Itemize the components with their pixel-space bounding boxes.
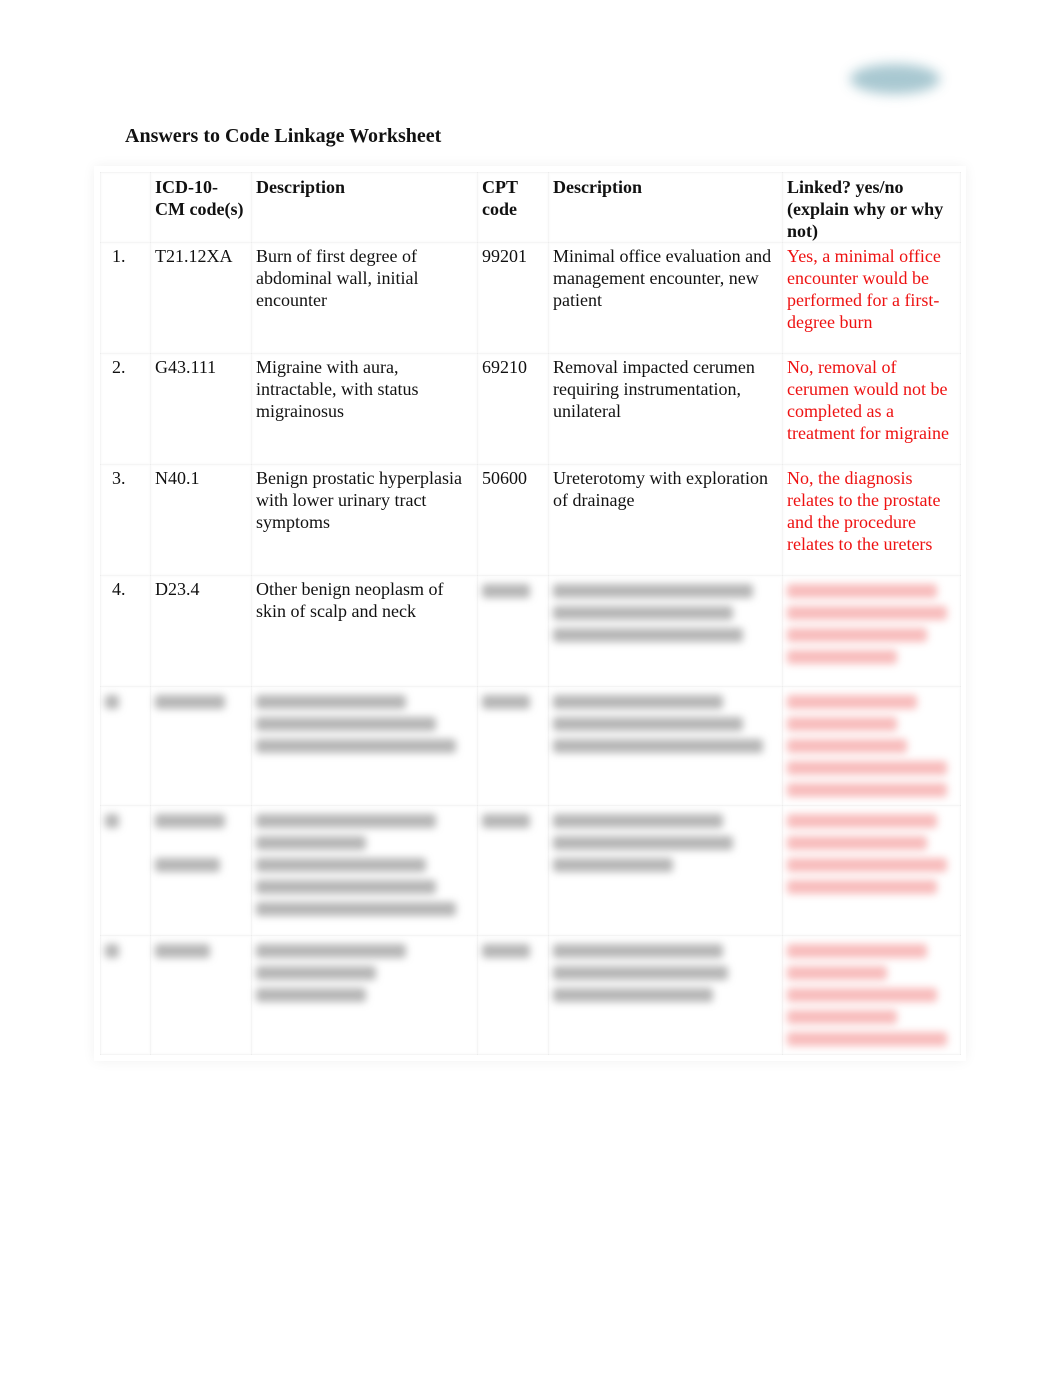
procedure-description-blurred xyxy=(548,805,783,936)
blurred-table-row xyxy=(100,686,961,806)
procedure-description-blurred xyxy=(548,935,783,1055)
linked-answer-blurred xyxy=(782,805,961,936)
diagnosis-description: Migraine with aura, intractable, with st… xyxy=(251,353,478,465)
diagnosis-description-blurred xyxy=(251,805,478,936)
table-row: 1. T21.12XA Burn of first degree of abdo… xyxy=(100,242,961,354)
table-header-row: ICD-10-CM code(s) Description CPT code D… xyxy=(100,172,961,243)
linked-answer: Yes, a minimal office encounter would be… xyxy=(782,242,961,354)
header-cpt-code: CPT code xyxy=(477,172,549,243)
cpt-code-blurred xyxy=(477,935,549,1055)
publisher-logo-icon xyxy=(850,64,940,94)
diagnosis-description-blurred xyxy=(251,935,478,1055)
icd-code: G43.111 xyxy=(150,353,252,465)
cpt-code-blurred xyxy=(477,805,549,936)
row-number: 2. xyxy=(100,353,151,465)
row-number: 1. xyxy=(100,242,151,354)
procedure-description-blurred xyxy=(548,686,783,806)
header-diagnosis-description: Description xyxy=(251,172,478,243)
diagnosis-description-blurred xyxy=(251,686,478,806)
cpt-code-blurred xyxy=(477,686,549,806)
linked-answer-blurred xyxy=(782,686,961,806)
header-icd-code: ICD-10-CM code(s) xyxy=(150,172,252,243)
cpt-code: 69210 xyxy=(477,353,549,465)
table-row: 3. N40.1 Benign prostatic hyperplasia wi… xyxy=(100,464,961,576)
page-title: Answers to Code Linkage Worksheet xyxy=(125,125,442,147)
diagnosis-description: Burn of first degree of abdominal wall, … xyxy=(251,242,478,354)
blurred-table-row xyxy=(100,935,961,1055)
diagnosis-description: Benign prostatic hyperplasia with lower … xyxy=(251,464,478,576)
table-row: 4. D23.4 Other benign neoplasm of skin o… xyxy=(100,575,961,687)
linked-answer: No, removal of cerumen would not be comp… xyxy=(782,353,961,465)
icd-code-blurred xyxy=(150,935,252,1055)
icd-code: D23.4 xyxy=(150,575,252,687)
icd-code: N40.1 xyxy=(150,464,252,576)
procedure-description: Minimal office evaluation and management… xyxy=(548,242,783,354)
row-number: 4. xyxy=(100,575,151,687)
icd-code: T21.12XA xyxy=(150,242,252,354)
cpt-code: 50600 xyxy=(477,464,549,576)
cpt-code: 99201 xyxy=(477,242,549,354)
linked-answer-blurred xyxy=(782,935,961,1055)
procedure-description: Removal impacted cerumen requiring instr… xyxy=(548,353,783,465)
row-number-blurred xyxy=(100,686,151,806)
procedure-description: Ureterotomy with exploration of drainage xyxy=(548,464,783,576)
procedure-description-blurred xyxy=(548,575,783,687)
icd-code-blurred xyxy=(150,686,252,806)
linked-answer-blurred xyxy=(782,575,961,687)
table-row: 2. G43.111 Migraine with aura, intractab… xyxy=(100,353,961,465)
linked-answer: No, the diagnosis relates to the prostat… xyxy=(782,464,961,576)
row-number-blurred xyxy=(100,935,151,1055)
header-number xyxy=(100,172,151,243)
header-procedure-description: Description xyxy=(548,172,783,243)
icd-code-blurred xyxy=(150,805,252,936)
row-number: 3. xyxy=(100,464,151,576)
cpt-code-blurred xyxy=(477,575,549,687)
blurred-table-row xyxy=(100,805,961,936)
header-linked: Linked? yes/no (explain why or why not) xyxy=(782,172,961,243)
row-number-blurred xyxy=(100,805,151,936)
diagnosis-description: Other benign neoplasm of skin of scalp a… xyxy=(251,575,478,687)
code-linkage-table: ICD-10-CM code(s) Description CPT code D… xyxy=(100,172,961,1055)
